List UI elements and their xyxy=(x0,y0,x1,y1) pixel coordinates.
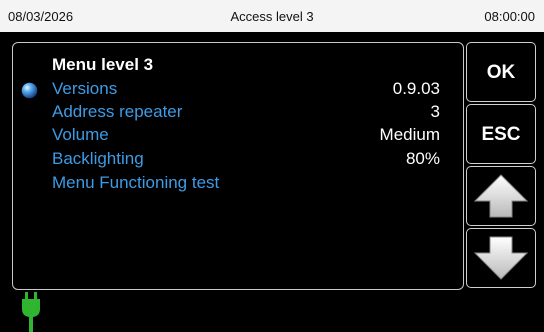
menu-item-label: Versions xyxy=(52,79,118,98)
menu-title: Menu level 3 xyxy=(52,55,154,74)
esc-button[interactable]: ESC xyxy=(466,104,536,164)
menu-panel: Menu level 3 Versions 0.9.03 Address rep… xyxy=(12,42,464,290)
menu-item-value: 3 xyxy=(430,102,440,121)
menu-item-volume[interactable]: Volume Medium xyxy=(52,125,452,147)
menu-item-value: 0.9.03 xyxy=(392,79,440,98)
access-level-label: Access level 3 xyxy=(230,9,314,24)
arrow-down-icon xyxy=(473,236,529,280)
ok-button-label: OK xyxy=(486,62,516,83)
menu-item-label: Backlighting xyxy=(52,149,144,168)
selection-bullet-icon xyxy=(21,82,38,99)
menu-item-functioning-test[interactable]: Menu Functioning test xyxy=(52,173,452,195)
ok-button[interactable]: OK xyxy=(466,42,536,102)
menu-item-versions[interactable]: Versions 0.9.03 xyxy=(52,79,452,101)
time-display: 08:00:00 xyxy=(484,9,535,24)
menu-item-address-repeater[interactable]: Address repeater 3 xyxy=(52,102,452,124)
menu-item-label: Menu Functioning test xyxy=(52,173,220,192)
menu-item-label: Address repeater xyxy=(52,102,183,121)
menu-item-value: 80% xyxy=(405,149,440,168)
scroll-down-button[interactable] xyxy=(466,228,536,288)
arrow-up-icon xyxy=(473,174,529,218)
esc-button-label: ESC xyxy=(481,124,521,145)
scroll-up-button[interactable] xyxy=(466,166,536,226)
menu-item-value: Medium xyxy=(379,125,440,144)
status-bar: 08/03/2026 Access level 3 08:00:00 xyxy=(0,0,544,32)
menu-item-label: Volume xyxy=(52,125,109,144)
power-plug-icon xyxy=(22,292,40,332)
menu-item-backlighting[interactable]: Backlighting 80% xyxy=(52,149,452,171)
